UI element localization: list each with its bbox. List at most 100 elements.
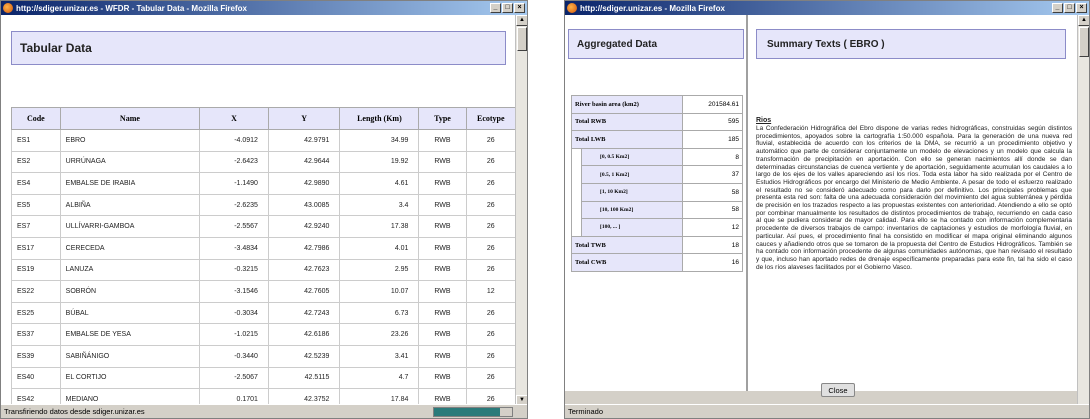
title-bar[interactable]: http://sdiger.unizar.es - Mozilla Firefo… bbox=[565, 1, 1089, 15]
total-twb-value: 18 bbox=[681, 235, 744, 255]
total-cwb-value: 16 bbox=[681, 253, 744, 272]
total-rwb-label: Total RWB bbox=[571, 112, 683, 132]
table-cell: 42.9791 bbox=[267, 129, 341, 152]
table-cell: ES17 bbox=[11, 236, 61, 260]
progress-fill bbox=[434, 408, 501, 416]
basin-area-label: River basin area (km2) bbox=[571, 95, 683, 114]
table-cell: -3.4834 bbox=[199, 236, 269, 260]
table-cell: 26 bbox=[465, 172, 516, 195]
minimize-icon: _ bbox=[493, 4, 498, 11]
table-cell: -0.3440 bbox=[199, 344, 269, 368]
scroll-up-arrow-icon[interactable]: ▲ bbox=[1078, 15, 1089, 26]
minimize-button[interactable]: _ bbox=[490, 3, 501, 13]
progress-bar bbox=[433, 407, 513, 417]
table-cell: 26 bbox=[465, 258, 516, 282]
column-header: Type bbox=[418, 107, 467, 130]
minimize-icon: _ bbox=[1055, 4, 1060, 11]
table-cell: RWB bbox=[418, 280, 467, 303]
size-class-value: 37 bbox=[681, 165, 744, 184]
table-row: Total RWB 595 bbox=[571, 112, 744, 132]
table-cell: RWB bbox=[418, 129, 467, 152]
table-cell: 42.9240 bbox=[267, 215, 341, 238]
table-cell: 42.9890 bbox=[267, 172, 341, 195]
close-dialog-button[interactable]: Close bbox=[821, 383, 855, 397]
table-cell: -0.3034 bbox=[199, 301, 269, 325]
table-cell: ES19 bbox=[11, 258, 61, 282]
table-cell: LANUZA bbox=[59, 258, 201, 282]
table-row: ES2 URRÚNAGA -2.6423 42.9644 19.92 RWB 26 bbox=[11, 150, 516, 174]
table-cell: 34.99 bbox=[339, 129, 420, 152]
tabular-data-table: Code Name X Y Length (Km) Type Ecotype ES1 EBRO… bbox=[11, 107, 516, 406]
table-cell: ULLÍVARRI-GAMBOA bbox=[59, 215, 201, 238]
total-lwb-label: Total LWB bbox=[571, 130, 683, 149]
table-cell: ES40 bbox=[11, 366, 61, 390]
table-cell: EBRO bbox=[59, 129, 201, 152]
table-cell: ES1 bbox=[11, 129, 61, 152]
status-text: Terminado bbox=[568, 407, 604, 416]
vertical-scrollbar[interactable]: ▲ bbox=[1077, 15, 1089, 406]
status-bar: Terminado bbox=[565, 404, 1089, 418]
table-cell: RWB bbox=[418, 301, 467, 325]
table-cell: -2.6235 bbox=[199, 193, 269, 217]
table-cell: RWB bbox=[418, 344, 467, 368]
table-cell: 19.92 bbox=[339, 150, 420, 174]
maximize-icon: □ bbox=[505, 4, 510, 11]
table-cell: 43.0085 bbox=[267, 193, 341, 217]
window-title: http://sdiger.unizar.es - Mozilla Firefo… bbox=[580, 3, 725, 13]
table-cell: RWB bbox=[418, 150, 467, 174]
table-cell: ES39 bbox=[11, 344, 61, 368]
table-cell: 42.5239 bbox=[267, 344, 341, 368]
table-cell: ES4 bbox=[11, 172, 61, 195]
summary-heading: Summary Texts ( EBRO ) bbox=[756, 29, 1066, 59]
table-row: ES5 ALBIÑA -2.6235 43.0085 3.4 RWB 26 bbox=[11, 193, 516, 217]
table-cell: -2.5067 bbox=[199, 366, 269, 390]
table-row: ES4 EMBALSE DE IRABIA -1.1490 42.9890 4.61 RW… bbox=[11, 172, 516, 195]
table-cell: RWB bbox=[418, 323, 467, 346]
table-cell: 26 bbox=[465, 215, 516, 238]
table-cell: SOBRÓN bbox=[59, 280, 201, 303]
table-cell: RWB bbox=[418, 366, 467, 390]
table-cell: ES5 bbox=[11, 193, 61, 217]
size-class-label: [0.5, 1 Km2] bbox=[581, 165, 683, 184]
status-text: Transfiriendo datos desde sdiger.unizar.… bbox=[4, 407, 145, 416]
table-cell: EMBALSE DE IRABIA bbox=[59, 172, 201, 195]
vertical-scrollbar[interactable]: ▲ ▼ bbox=[515, 15, 527, 406]
maximize-button[interactable]: □ bbox=[502, 3, 513, 13]
column-header: Name bbox=[59, 107, 201, 130]
table-row: [0, 0.5 Km2] 8 bbox=[571, 147, 744, 237]
scroll-thumb[interactable] bbox=[517, 27, 527, 51]
column-header: Code bbox=[11, 107, 61, 130]
table-cell: 42.5115 bbox=[267, 366, 341, 390]
size-class-label: [0, 0.5 Km2] bbox=[581, 147, 683, 167]
table-cell: -2.6423 bbox=[199, 150, 269, 174]
table-cell: 26 bbox=[465, 366, 516, 390]
table-cell: ES37 bbox=[11, 323, 61, 346]
page-title: Tabular Data bbox=[11, 31, 506, 65]
rios-title: Rios bbox=[756, 117, 772, 124]
aggregated-table: River basin area (km2) 201584.61 Total R… bbox=[571, 95, 744, 272]
minimize-button[interactable]: _ bbox=[1052, 3, 1063, 13]
table-row: [10, 100 Km2] 58 bbox=[572, 200, 744, 220]
maximize-button[interactable]: □ bbox=[1064, 3, 1075, 13]
close-button[interactable]: × bbox=[1076, 3, 1087, 13]
title-bar[interactable]: http://sdiger.unizar.es - WFDR - Tabular… bbox=[1, 1, 527, 15]
table-cell: -1.1490 bbox=[199, 172, 269, 195]
size-class-value: 58 bbox=[681, 200, 744, 220]
table-cell: CERECEDA bbox=[59, 236, 201, 260]
scroll-thumb[interactable] bbox=[1079, 27, 1089, 57]
table-row: ES22 SOBRÓN -3.1546 42.7605 10.07 RWB 12 bbox=[11, 280, 516, 303]
table-cell: EMBALSE DE YESA bbox=[59, 323, 201, 346]
firefox-icon bbox=[567, 3, 577, 13]
table-row: ES37 EMBALSE DE YESA -1.0215 42.6186 23.26 RW… bbox=[11, 323, 516, 346]
table-cell: 3.41 bbox=[339, 344, 420, 368]
table-row: Total LWB 185 bbox=[571, 130, 744, 149]
table-cell: 42.7623 bbox=[267, 258, 341, 282]
close-button[interactable]: × bbox=[514, 3, 525, 13]
table-cell: ALBIÑA bbox=[59, 193, 201, 217]
table-cell: 26 bbox=[465, 129, 516, 152]
total-rwb-value: 595 bbox=[681, 112, 744, 132]
scroll-up-arrow-icon[interactable]: ▲ bbox=[516, 15, 527, 26]
table-cell: 42.6186 bbox=[267, 323, 341, 346]
maximize-icon: □ bbox=[1067, 4, 1072, 11]
table-row: River basin area (km2) 201584.61 bbox=[571, 95, 744, 114]
